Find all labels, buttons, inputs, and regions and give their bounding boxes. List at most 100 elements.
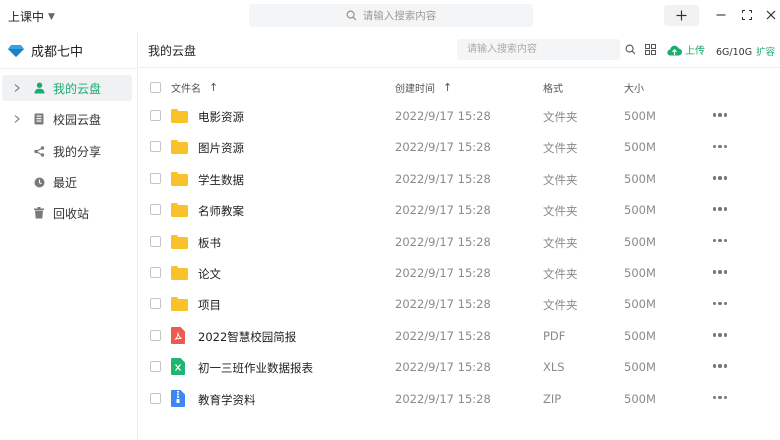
column-header-label: 创建时间 bbox=[395, 84, 435, 95]
share-icon bbox=[32, 145, 46, 157]
more-options-icon[interactable] bbox=[711, 107, 729, 123]
file-format: 文件夹 bbox=[543, 172, 578, 187]
global-search-placeholder: 请输入搜索内容 bbox=[362, 10, 437, 22]
sidebar-item-label: 回收站 bbox=[53, 206, 90, 221]
file-row[interactable]: 项目 2022/9/17 15:28 文件夹 500M bbox=[139, 288, 780, 319]
search-icon bbox=[346, 10, 357, 21]
column-header-label: 大小 bbox=[624, 84, 644, 95]
brand: 成都七中 bbox=[8, 41, 83, 60]
sidebar-item-label: 我的云盘 bbox=[53, 81, 102, 96]
row-checkbox[interactable] bbox=[150, 361, 161, 373]
file-created-time: 2022/9/17 15:28 bbox=[395, 140, 491, 155]
file-name[interactable]: 电影资源 bbox=[198, 109, 244, 125]
folder-icon bbox=[171, 264, 188, 281]
file-size: 500M bbox=[624, 266, 656, 280]
file-name[interactable]: 初一三班作业数据报表 bbox=[198, 360, 313, 376]
upload-button[interactable]: 上传 bbox=[667, 42, 705, 57]
file-format: 文件夹 bbox=[543, 267, 578, 281]
column-header-time[interactable]: 创建时间 ↑ bbox=[395, 80, 452, 95]
pdf-file-icon bbox=[171, 326, 188, 344]
more-options-icon[interactable] bbox=[711, 264, 729, 280]
zip-file-icon bbox=[171, 389, 188, 407]
grid-view-icon[interactable] bbox=[644, 43, 657, 56]
file-name[interactable]: 板书 bbox=[198, 235, 221, 251]
row-checkbox[interactable] bbox=[150, 298, 161, 310]
sidebar-item-campus-cloud[interactable]: 校园云盘 bbox=[2, 106, 132, 132]
more-options-icon[interactable] bbox=[711, 201, 729, 217]
minimize-button[interactable] bbox=[714, 8, 728, 22]
column-header-label: 格式 bbox=[543, 84, 563, 95]
file-row[interactable]: 电影资源 2022/9/17 15:28 文件夹 500M bbox=[139, 100, 780, 131]
more-options-icon[interactable] bbox=[711, 327, 729, 343]
row-checkbox[interactable] bbox=[150, 267, 161, 278]
main-header: 我的云盘 上传 6G/10G扩容 bbox=[139, 32, 780, 68]
file-name[interactable]: 学生数据 bbox=[198, 172, 244, 188]
file-name[interactable]: 2022智慧校园简报 bbox=[198, 329, 296, 345]
column-header-format[interactable]: 格式 bbox=[543, 80, 563, 95]
file-row[interactable]: 名师教案 2022/9/17 15:28 文件夹 500M bbox=[139, 194, 780, 225]
divider bbox=[0, 68, 138, 69]
select-all-checkbox[interactable] bbox=[150, 82, 161, 93]
caret-down-icon: ▼ bbox=[48, 11, 55, 22]
row-checkbox[interactable] bbox=[150, 235, 161, 247]
xls-file-icon bbox=[171, 358, 188, 376]
file-format: 文件夹 bbox=[543, 235, 578, 250]
file-row[interactable]: 2022智慧校园简报 2022/9/17 15:28 PDF 500M bbox=[139, 320, 780, 351]
plus-icon bbox=[676, 10, 687, 21]
search-icon[interactable] bbox=[624, 43, 637, 56]
row-checkbox[interactable] bbox=[150, 329, 161, 341]
upload-label: 上传 bbox=[685, 46, 705, 57]
file-size: 500M bbox=[624, 328, 656, 343]
file-name[interactable]: 论文 bbox=[198, 266, 221, 282]
file-row[interactable]: 图片资源 2022/9/17 15:28 文件夹 500M bbox=[139, 131, 780, 162]
maximize-button[interactable] bbox=[740, 8, 754, 22]
more-options-icon[interactable] bbox=[711, 233, 729, 249]
building-icon bbox=[32, 113, 46, 125]
file-row[interactable]: 学生数据 2022/9/17 15:28 文件夹 500M bbox=[139, 163, 780, 194]
file-row[interactable]: 教育学资料 2022/9/17 15:28 ZIP 500M bbox=[139, 383, 780, 414]
more-options-icon[interactable] bbox=[711, 170, 729, 186]
sidebar-item-recycle-bin[interactable]: 回收站 bbox=[2, 200, 132, 226]
file-row[interactable]: 板书 2022/9/17 15:28 文件夹 500M bbox=[139, 226, 780, 257]
column-header-name[interactable]: 文件名 ↑ bbox=[171, 80, 218, 95]
file-format: XLS bbox=[543, 360, 565, 375]
class-status-label: 上课中 bbox=[8, 10, 45, 24]
column-header-size[interactable]: 大小 bbox=[624, 80, 644, 95]
chevron-right-icon[interactable] bbox=[11, 115, 23, 123]
global-search-box[interactable]: 请输入搜索内容 bbox=[249, 4, 533, 27]
more-options-icon[interactable] bbox=[711, 138, 729, 154]
new-button[interactable] bbox=[664, 5, 699, 26]
page-title: 我的云盘 bbox=[148, 44, 197, 58]
sidebar-item-recent[interactable]: 最近 bbox=[2, 169, 132, 195]
file-row[interactable]: 初一三班作业数据报表 2022/9/17 15:28 XLS 500M bbox=[139, 351, 780, 382]
chevron-right-icon[interactable] bbox=[11, 84, 23, 92]
file-size: 500M bbox=[624, 109, 656, 123]
row-checkbox[interactable] bbox=[150, 110, 161, 121]
file-size: 500M bbox=[624, 171, 656, 186]
file-name[interactable]: 名师教案 bbox=[198, 203, 244, 219]
row-checkbox[interactable] bbox=[150, 204, 161, 216]
sidebar-item-my-cloud[interactable]: 我的云盘 bbox=[2, 75, 132, 101]
row-checkbox[interactable] bbox=[150, 141, 161, 153]
file-search-input[interactable] bbox=[457, 39, 620, 60]
row-checkbox[interactable] bbox=[150, 172, 161, 184]
more-options-icon[interactable] bbox=[711, 390, 729, 406]
file-size: 500M bbox=[624, 234, 656, 249]
file-size: 500M bbox=[624, 140, 656, 155]
file-created-time: 2022/9/17 15:28 bbox=[395, 391, 491, 406]
file-name[interactable]: 项目 bbox=[198, 297, 221, 313]
file-name[interactable]: 图片资源 bbox=[198, 140, 244, 156]
close-button[interactable] bbox=[764, 8, 778, 22]
file-name[interactable]: 教育学资料 bbox=[198, 392, 256, 408]
class-status-dropdown[interactable]: 上课中 ▼ bbox=[8, 8, 55, 25]
sidebar-item-my-share[interactable]: 我的分享 bbox=[2, 138, 132, 164]
folder-icon bbox=[171, 233, 188, 250]
row-checkbox[interactable] bbox=[150, 392, 161, 404]
expand-storage-link[interactable]: 扩容 bbox=[756, 47, 775, 58]
folder-icon bbox=[171, 170, 188, 187]
file-row[interactable]: 论文 2022/9/17 15:28 文件夹 500M bbox=[139, 257, 780, 288]
folder-icon bbox=[171, 201, 188, 218]
more-options-icon[interactable] bbox=[711, 358, 729, 374]
more-options-icon[interactable] bbox=[711, 295, 729, 311]
folder-icon bbox=[171, 295, 188, 312]
